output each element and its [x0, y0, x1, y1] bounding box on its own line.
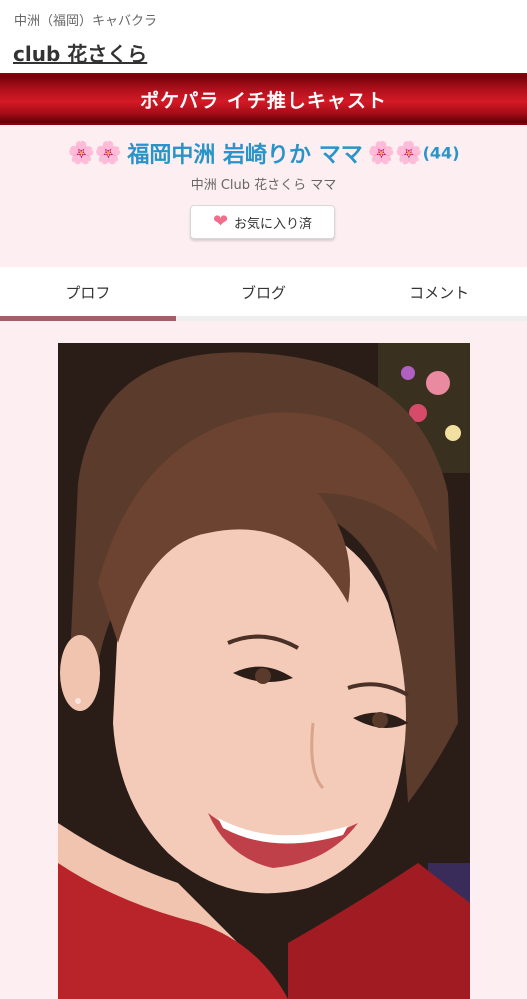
flower-icon: 🌸🌸 [367, 140, 423, 166]
tab-comment[interactable]: コメント [351, 267, 527, 320]
tab-label: ブログ [241, 284, 287, 302]
cast-title-line: 🌸🌸 福岡中洲 岩崎りか ママ 🌸🌸(44) [0, 137, 527, 169]
featured-cast-banner: ポケパラ イチ推しキャスト [0, 73, 527, 125]
heart-icon: ❤ [212, 211, 229, 232]
tab-label: コメント [409, 284, 470, 302]
top-header: 中洲（福岡）キャバクラ club 花さくら [0, 0, 527, 73]
cast-photo-image [58, 343, 470, 999]
profile-tabs: プロフ ブログ コメント [0, 267, 527, 320]
cast-subtitle: 中洲 Club 花さくら ママ [190, 178, 337, 193]
cast-photo[interactable] [58, 343, 470, 999]
cast-age: (44) [422, 143, 460, 163]
flower-icon: 🌸🌸 [67, 140, 123, 166]
tab-profile[interactable]: プロフ [0, 267, 176, 320]
cast-profile-header: 🌸🌸 福岡中洲 岩崎りか ママ 🌸🌸(44) 中洲 Club 花さくら ママ ❤… [0, 125, 527, 267]
banner-title: ポケパラ イチ推しキャスト [140, 89, 387, 112]
favorite-button[interactable]: ❤ お気に入り済 [190, 205, 335, 239]
area-category: 中洲（福岡）キャバクラ [14, 14, 158, 29]
tab-label: プロフ [65, 284, 111, 302]
cast-name: 福岡中洲 岩崎りか ママ [127, 143, 363, 168]
tab-blog[interactable]: ブログ [176, 267, 352, 320]
shop-name-link[interactable]: club 花さくら [13, 38, 147, 67]
favorite-label: お気に入り済 [234, 216, 313, 232]
